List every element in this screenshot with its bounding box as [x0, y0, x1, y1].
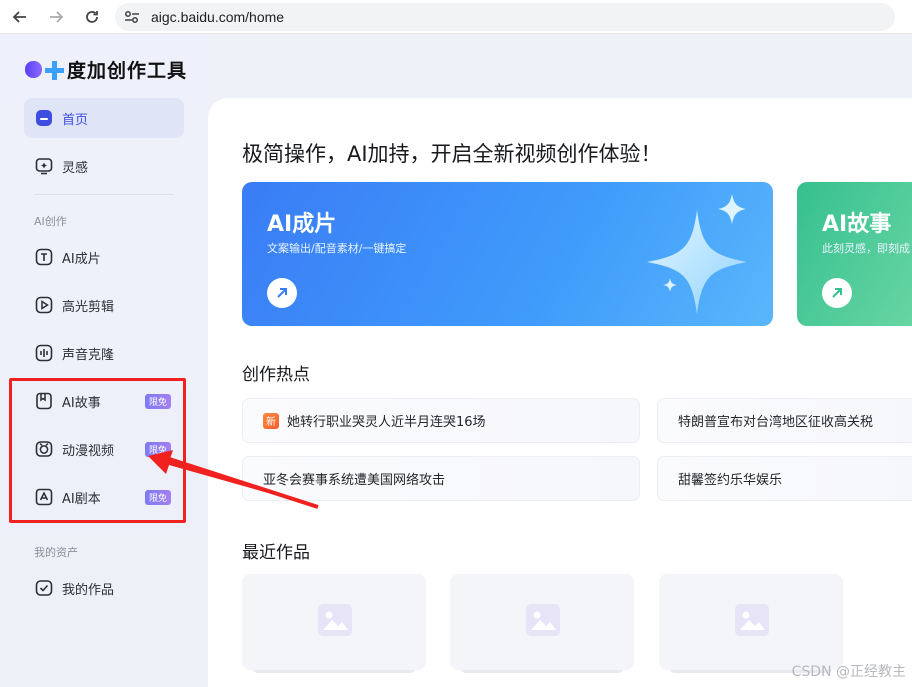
sidebar-item-label: 我的作品	[62, 582, 115, 598]
browser-toolbar: aigc.baidu.com/home	[0, 0, 912, 34]
hot-topic-text: 甜馨签约乐华娱乐	[678, 473, 783, 488]
back-button[interactable]	[9, 6, 31, 28]
logo-mark-icon	[25, 60, 64, 80]
sidebar-item-label: AI成片	[62, 251, 101, 267]
hot-topic-item[interactable]: 新 她转行职业哭灵人近半月连哭16场	[242, 398, 640, 443]
sidebar-item-my-works[interactable]: 我的作品	[24, 568, 184, 608]
recent-work-card[interactable]	[450, 574, 634, 670]
address-bar[interactable]: aigc.baidu.com/home	[115, 2, 895, 31]
main-content: 极简操作，AI加持，开启全新视频创作体验！ AI成片 文案输出/配音素材/一键搞…	[208, 98, 912, 687]
arrow-right-icon	[50, 10, 64, 23]
sidebar-item-label: 灵感	[62, 160, 89, 176]
url-text: aigc.baidu.com/home	[151, 8, 285, 25]
voice-clone-icon	[35, 344, 53, 362]
sidebar-item-inspiration[interactable]: 灵感	[24, 146, 184, 186]
arrow-up-right-icon	[277, 288, 287, 298]
watermark: CSDN @正经教主	[791, 664, 906, 680]
recent-work-card[interactable]	[659, 574, 843, 670]
recent-work-card[interactable]	[242, 574, 426, 670]
card-ai-video[interactable]: AI成片 文案输出/配音素材/一键搞定	[242, 182, 773, 326]
recent-works-title: 最近作品	[242, 543, 310, 563]
hot-topic-item[interactable]: 甜馨签约乐华娱乐	[657, 456, 912, 501]
image-placeholder-icon	[735, 604, 769, 636]
annotation-highlight-box	[9, 378, 186, 523]
reload-icon	[86, 10, 98, 23]
sidebar-item-label: 声音克隆	[62, 347, 115, 363]
card-subtitle: 此刻灵感，即刻成	[822, 242, 910, 255]
image-placeholder-icon	[318, 604, 352, 636]
sidebar-item-voice-clone[interactable]: 声音克隆	[24, 333, 184, 373]
arrow-left-icon	[12, 10, 26, 23]
page-headline: 极简操作，AI加持，开启全新视频创作体验！	[242, 142, 662, 166]
arrow-up-right-icon	[832, 288, 842, 298]
sidebar-item-label: 首页	[62, 112, 89, 128]
forward-button[interactable]	[45, 6, 67, 28]
sidebar-divider	[34, 194, 174, 195]
sidebar-item-label: 高光剪辑	[62, 299, 115, 315]
site-settings-icon[interactable]	[123, 8, 141, 26]
sidebar-item-highlight-clip[interactable]: 高光剪辑	[24, 285, 184, 325]
card-title: AI成片	[267, 212, 337, 237]
image-placeholder-icon	[526, 604, 560, 636]
highlight-clip-icon	[35, 296, 53, 314]
sidebar: 度加创作工具 首页 灵感 AI创作 AI成片 高光剪辑 声音克隆 AI故事 限免…	[0, 34, 208, 687]
sidebar-item-ai-video[interactable]: AI成片	[24, 237, 184, 277]
hot-topics-title: 创作热点	[242, 365, 310, 385]
card-open-button[interactable]	[267, 278, 297, 308]
sparkle-icon	[647, 194, 747, 314]
section-label-ai: AI创作	[34, 215, 67, 228]
card-subtitle: 文案输出/配音素材/一键搞定	[267, 242, 407, 255]
sidebar-item-home[interactable]: 首页	[24, 98, 184, 138]
inspiration-icon	[35, 158, 53, 175]
card-ai-story[interactable]: AI故事 此刻灵感，即刻成	[797, 182, 912, 326]
hot-topic-item[interactable]: 特朗普宣布对台湾地区征收高关税	[657, 398, 912, 443]
hot-topic-text: 特朗普宣布对台湾地区征收高关税	[678, 415, 874, 430]
section-label-assets: 我的资产	[34, 546, 78, 559]
home-icon	[36, 110, 52, 126]
card-open-button[interactable]	[822, 278, 852, 308]
hot-topic-item[interactable]: 亚冬会赛事系统遭美国网络攻击	[242, 456, 640, 501]
reload-button[interactable]	[81, 6, 103, 28]
logo-text: 度加创作工具	[67, 60, 188, 82]
card-title: AI故事	[822, 212, 892, 237]
my-works-icon	[35, 580, 53, 596]
ai-video-icon	[35, 248, 53, 266]
hot-topic-text: 她转行职业哭灵人近半月连哭16场	[287, 415, 486, 430]
logo[interactable]: 度加创作工具	[25, 56, 187, 83]
hot-topic-text: 亚冬会赛事系统遭美国网络攻击	[263, 473, 446, 488]
new-tag: 新	[263, 412, 279, 429]
